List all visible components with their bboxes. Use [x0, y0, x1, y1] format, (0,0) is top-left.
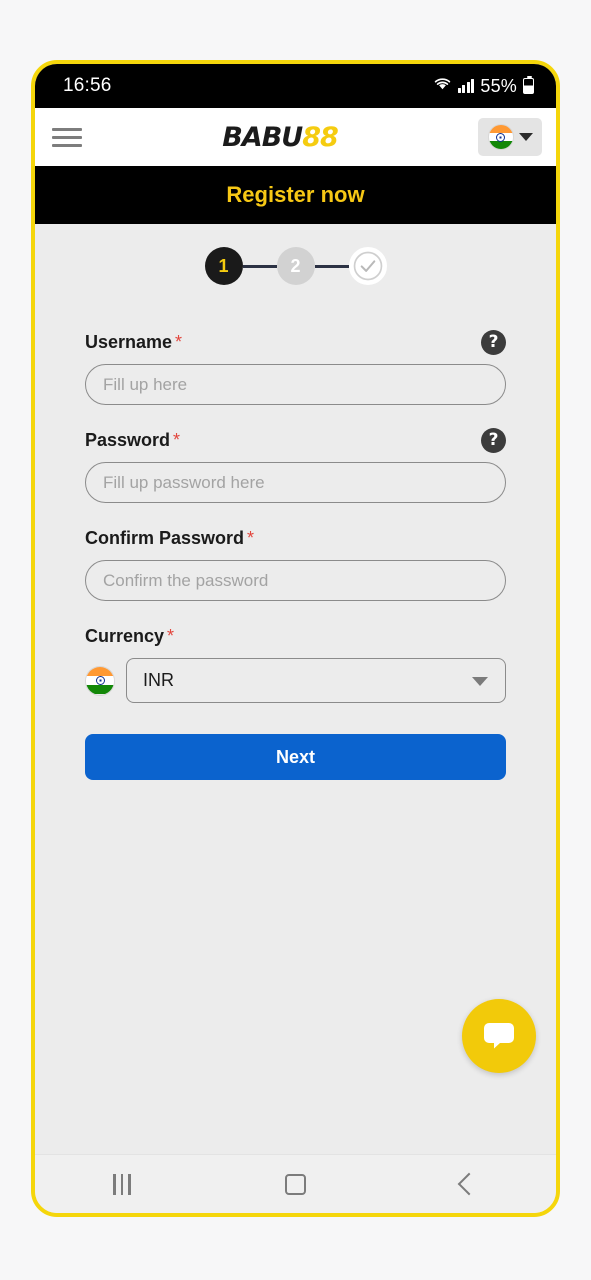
field-header: Username * ?: [85, 329, 506, 355]
required-asterisk: *: [247, 527, 255, 548]
content-area: 1 2 Username * ? Fill up here Password *…: [35, 224, 556, 1154]
language-selector[interactable]: [478, 118, 542, 156]
password-label: Password *: [85, 429, 181, 450]
battery-percent-label: 55%: [480, 75, 517, 96]
chat-bubble-icon: [480, 1015, 518, 1058]
registration-stepper: 1 2: [35, 224, 556, 285]
field-username: Username * ?: [85, 329, 506, 405]
wifi-icon: [433, 76, 452, 96]
logo-text-primary: BABU: [222, 121, 303, 153]
status-indicators: 55%: [433, 76, 534, 97]
hamburger-menu-icon[interactable]: [52, 124, 82, 151]
back-icon[interactable]: [434, 1164, 504, 1204]
status-time: 16:56: [63, 75, 112, 96]
battery-icon: [523, 76, 534, 94]
username-label: Username *: [85, 331, 183, 352]
recents-icon[interactable]: [87, 1164, 157, 1204]
currency-row: INR: [85, 658, 506, 703]
currency-select[interactable]: INR: [126, 658, 506, 703]
field-confirm-password: Confirm Password *: [85, 525, 506, 601]
home-icon[interactable]: [260, 1164, 330, 1204]
confirm-password-input[interactable]: [85, 560, 506, 601]
chevron-down-icon: [518, 133, 533, 141]
field-header: Password * ?: [85, 427, 506, 453]
page-title: Register now: [226, 182, 365, 207]
live-chat-button[interactable]: [462, 999, 536, 1073]
required-asterisk: *: [167, 625, 175, 646]
question-mark-icon[interactable]: ?: [481, 329, 506, 355]
cellular-signal-icon: [457, 79, 475, 93]
confirm-password-label: Confirm Password *: [85, 527, 255, 548]
app-header: BABU88: [35, 108, 556, 166]
stepper-step-1[interactable]: 1: [204, 247, 243, 285]
india-flag-icon: [85, 665, 115, 696]
field-password: Password * ?: [85, 427, 506, 503]
question-mark-icon[interactable]: ?: [481, 427, 506, 453]
brand-logo[interactable]: BABU88: [222, 121, 339, 153]
android-nav-bar: [35, 1154, 556, 1213]
stepper-connector: [314, 264, 349, 268]
password-input[interactable]: [85, 462, 506, 503]
currency-label: Currency *: [85, 625, 175, 646]
username-input[interactable]: [85, 364, 506, 405]
registration-form: Username* ? Password* ?: [35, 285, 556, 780]
next-button[interactable]: Next: [85, 734, 506, 780]
field-header: Confirm Password *: [85, 525, 506, 551]
check-circle-icon[interactable]: [348, 247, 387, 285]
field-currency: Currency * INR: [85, 623, 506, 703]
stepper-step-2[interactable]: 2: [276, 247, 315, 285]
required-asterisk: *: [175, 331, 183, 352]
status-bar: 16:56 55%: [35, 64, 556, 108]
required-asterisk: *: [173, 429, 181, 450]
currency-select-wrapper: INR: [126, 658, 506, 703]
india-flag-icon: [487, 124, 514, 150]
register-banner: Register now: [35, 166, 556, 224]
phone-frame: 16:56 55% BABU88 Register now 1 2 Userna…: [31, 60, 560, 1217]
field-header: Currency *: [85, 623, 506, 649]
stepper-connector: [242, 264, 277, 268]
logo-text-secondary: 88: [302, 121, 339, 153]
